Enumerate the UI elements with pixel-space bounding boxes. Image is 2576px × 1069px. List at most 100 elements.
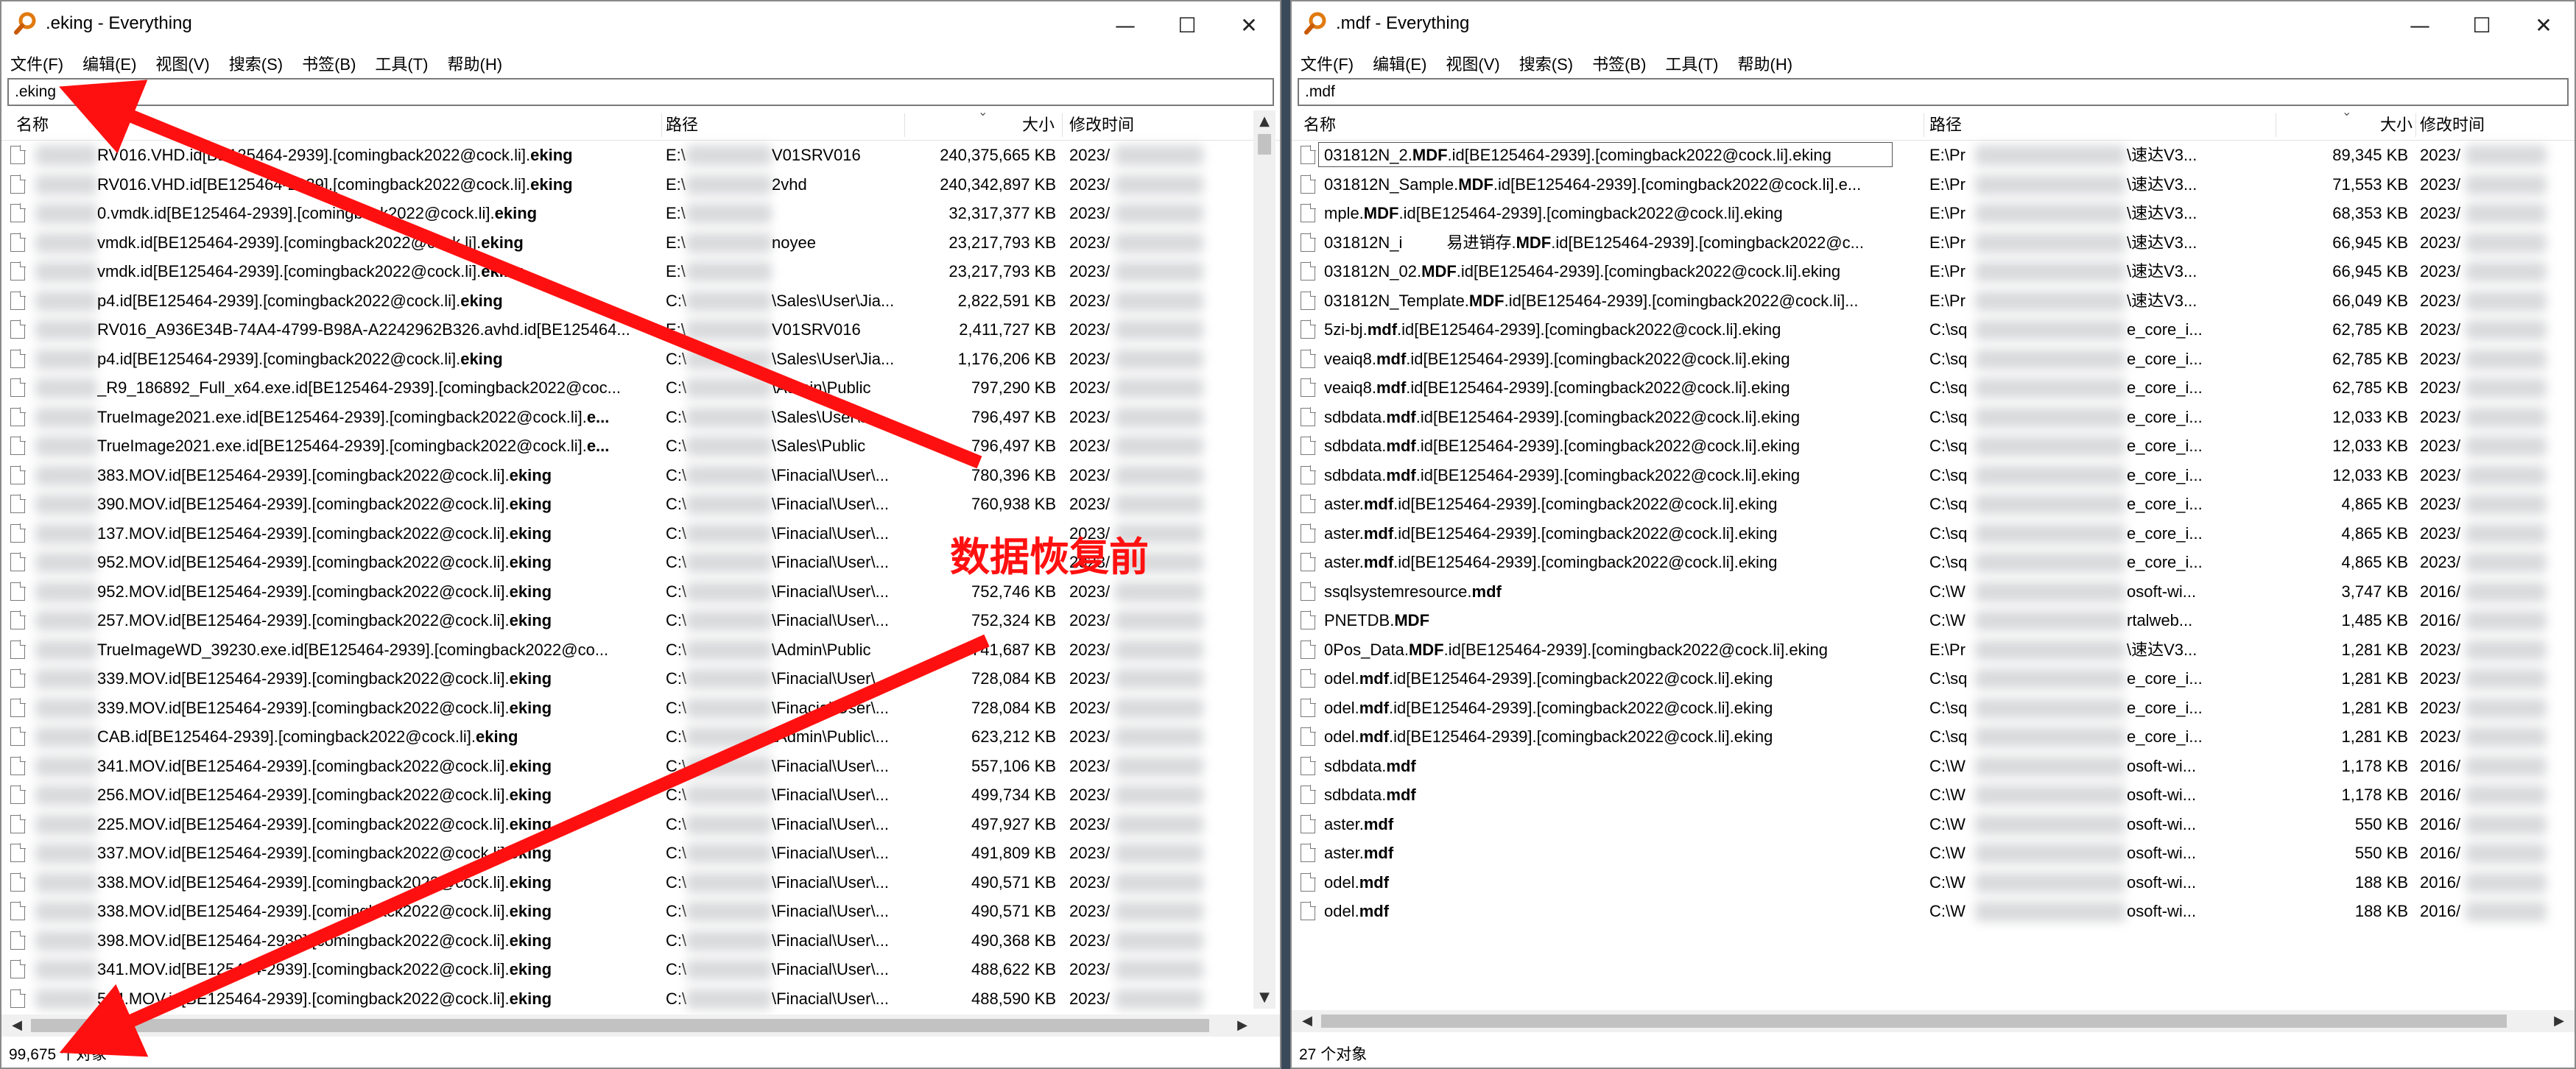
table-row[interactable]: odel.mdf.id[BE125464-2939].[comingback20… [1292, 694, 2575, 723]
vertical-scrollbar[interactable]: ▲ ▼ [1253, 110, 1275, 1009]
table-row[interactable]: TrueImage2021.exe.id[BE125464-2939].[com… [1, 403, 1280, 432]
maximize-icon[interactable]: ☐ [2451, 1, 2513, 49]
table-row[interactable]: PNETDB.MDF C:\W rtalweb... 1,485 KB 2016/ [1292, 606, 2575, 635]
table-row[interactable]: 339.MOV.id[BE125464-2939].[comingback202… [1, 664, 1280, 694]
menu-help[interactable]: 帮助(H) [1738, 52, 1793, 75]
menu-tools[interactable]: 工具(T) [1665, 52, 1718, 75]
horizontal-scrollbar[interactable]: ◀ ▶ [1292, 1010, 2575, 1032]
file-icon [1301, 785, 1316, 804]
table-row[interactable]: 383.MOV.id[BE125464-2939].[comingback202… [1, 461, 1280, 490]
title-bar[interactable]: .eking - Everything — ☐ ✕ [1, 1, 1280, 49]
menu-view[interactable]: 视图(V) [1446, 52, 1499, 75]
table-row[interactable]: mple.MDF.id[BE125464-2939].[comingback20… [1292, 199, 2575, 228]
hscroll-thumb[interactable] [31, 1019, 1209, 1032]
table-row[interactable]: aster.mdf C:\W osoft-wi... 550 KB 2016/ [1292, 839, 2575, 868]
table-row[interactable]: ssqlsystemresource.mdf C:\W osoft-wi... 3,7… [1292, 577, 2575, 607]
menu-bookmarks[interactable]: 书签(B) [1592, 52, 1646, 75]
menu-search[interactable]: 搜索(S) [1519, 52, 1573, 75]
maximize-icon[interactable]: ☐ [1156, 1, 1218, 49]
scroll-left-icon[interactable]: ◀ [6, 1015, 28, 1037]
column-size[interactable]: 大小 [2278, 110, 2413, 140]
table-row[interactable]: veaiq8.mdf.id[BE125464-2939].[comingback… [1292, 373, 2575, 403]
table-row[interactable]: veaiq8.mdf.id[BE125464-2939].[comingback… [1292, 345, 2575, 374]
column-modified[interactable]: 修改时间 [1069, 110, 1134, 140]
table-row[interactable]: CAB.id[BE125464-2939].[comingback2022@co… [1, 722, 1280, 752]
table-row[interactable]: vmdk.id[BE125464-2939].[comingback2022@c… [1, 257, 1280, 286]
scroll-thumb[interactable] [1258, 134, 1271, 155]
table-row[interactable]: RV016_A936E34B-74A4-4799-B98A-A2242962B3… [1, 315, 1280, 345]
table-row[interactable]: 031812N_i 易进销存.MDF.id[BE125464-2939].[com… [1292, 228, 2575, 258]
table-row[interactable]: odel.mdf C:\W osoft-wi... 188 KB 2016/ [1292, 868, 2575, 897]
table-row[interactable]: TrueImage2021.exe.id[BE125464-2939].[com… [1, 431, 1280, 461]
menu-tools[interactable]: 工具(T) [375, 52, 428, 75]
table-row[interactable]: 341.MOV.id[BE125464-2939].[comingback202… [1, 752, 1280, 781]
table-row[interactable]: p4.id[BE125464-2939].[comingback2022@coc… [1, 286, 1280, 316]
table-row[interactable]: 257.MOV.id[BE125464-2939].[comingback202… [1, 606, 1280, 635]
table-row[interactable]: RV016.VHD.id[BE125464-2939].[comingback2… [1, 141, 1280, 170]
hscroll-thumb[interactable] [1321, 1015, 2507, 1028]
column-path[interactable]: 路径 [666, 110, 698, 140]
table-row[interactable]: 338.MOV.id[BE125464-2939].[comingback202… [1, 868, 1280, 897]
menu-view[interactable]: 视图(V) [155, 52, 209, 75]
table-row[interactable]: 0Pos_Data.MDF.id[BE125464-2939].[comingb… [1292, 635, 2575, 665]
table-row[interactable]: 524.MOV.id[BE125464-2939].[comingback202… [1, 984, 1280, 1014]
table-row[interactable]: odel.mdf C:\W osoft-wi... 188 KB 2016/ [1292, 897, 2575, 926]
table-row[interactable]: 5zi-bj.mdf.id[BE125464-2939].[comingback… [1292, 315, 2575, 345]
table-row[interactable]: aster.mdf.id[BE125464-2939].[comingback2… [1292, 548, 2575, 577]
table-row[interactable]: RV016.VHD.id[BE125464-2939].[comingback2… [1, 170, 1280, 200]
table-row[interactable]: 398.MOV.id[BE125464-2939].[comingback202… [1, 926, 1280, 956]
table-row[interactable]: aster.mdf.id[BE125464-2939].[comingback2… [1292, 490, 2575, 519]
scroll-down-icon[interactable]: ▼ [1253, 987, 1275, 1009]
minimize-icon[interactable]: — [1094, 1, 1156, 49]
search-input[interactable] [1298, 78, 2569, 106]
table-row[interactable]: 390.MOV.id[BE125464-2939].[comingback202… [1, 490, 1280, 519]
column-path[interactable]: 路径 [1929, 110, 1962, 140]
menu-search[interactable]: 搜索(S) [229, 52, 283, 75]
search-input[interactable] [7, 78, 1274, 106]
column-name[interactable]: 名称 [16, 110, 49, 140]
table-row[interactable]: aster.mdf.id[BE125464-2939].[comingback2… [1292, 519, 2575, 548]
close-icon[interactable]: ✕ [2513, 1, 2575, 49]
table-row[interactable]: aster.mdf C:\W osoft-wi... 550 KB 2016/ [1292, 810, 2575, 839]
menu-bookmarks[interactable]: 书签(B) [302, 52, 356, 75]
table-row[interactable]: sdbdata.mdf.id[BE125464-2939].[comingbac… [1292, 461, 2575, 490]
menu-file[interactable]: 文件(F) [10, 52, 63, 75]
menu-edit[interactable]: 编辑(E) [1373, 52, 1426, 75]
minimize-icon[interactable]: — [2389, 1, 2451, 49]
table-row[interactable]: sdbdata.mdf C:\W osoft-wi... 1,178 KB 2016/ [1292, 780, 2575, 810]
scroll-right-icon[interactable]: ▶ [1231, 1015, 1253, 1037]
table-row[interactable]: 0.vmdk.id[BE125464-2939].[comingback2022… [1, 199, 1280, 228]
table-row[interactable]: 031812N_2.MDF.id[BE125464-2939].[comingb… [1292, 141, 2575, 170]
table-row[interactable]: sdbdata.mdf.id[BE125464-2939].[comingbac… [1292, 431, 2575, 461]
table-row[interactable]: 031812N_Sample.MDF.id[BE125464-2939].[co… [1292, 170, 2575, 200]
table-row[interactable]: TrueImageWD_39230.exe.id[BE125464-2939].… [1, 635, 1280, 665]
scroll-left-icon[interactable]: ◀ [1296, 1010, 1318, 1032]
table-row[interactable]: _R9_186892_Full_x64.exe.id[BE125464-2939… [1, 373, 1280, 403]
table-row[interactable]: 337.MOV.id[BE125464-2939].[comingback202… [1, 839, 1280, 868]
table-row[interactable]: odel.mdf.id[BE125464-2939].[comingback20… [1292, 664, 2575, 694]
column-modified[interactable]: 修改时间 [2420, 110, 2485, 140]
table-row[interactable]: sdbdata.mdf C:\W osoft-wi... 1,178 KB 2016/ [1292, 752, 2575, 781]
table-row[interactable]: sdbdata.mdf.id[BE125464-2939].[comingbac… [1292, 403, 2575, 432]
menu-file[interactable]: 文件(F) [1301, 52, 1354, 75]
close-icon[interactable]: ✕ [1218, 1, 1280, 49]
menu-edit[interactable]: 编辑(E) [82, 52, 136, 75]
menu-help[interactable]: 帮助(H) [448, 52, 503, 75]
table-row[interactable]: vmdk.id[BE125464-2939].[comingback2022@c… [1, 228, 1280, 258]
column-size[interactable]: 大小 [909, 110, 1055, 140]
table-row[interactable]: 339.MOV.id[BE125464-2939].[comingback202… [1, 694, 1280, 723]
table-row[interactable]: odel.mdf.id[BE125464-2939].[comingback20… [1292, 722, 2575, 752]
horizontal-scrollbar[interactable]: ◀ ▶ [1, 1015, 1280, 1037]
table-row[interactable]: 031812N_Template.MDF.id[BE125464-2939].[… [1292, 286, 2575, 316]
table-row[interactable]: 338.MOV.id[BE125464-2939].[comingback202… [1, 897, 1280, 926]
table-row[interactable]: 225.MOV.id[BE125464-2939].[comingback202… [1, 810, 1280, 839]
title-bar[interactable]: .mdf - Everything — ☐ ✕ [1292, 1, 2575, 49]
table-row[interactable]: 031812N_02.MDF.id[BE125464-2939].[coming… [1292, 257, 2575, 286]
column-name[interactable]: 名称 [1303, 110, 1336, 140]
table-row[interactable]: 341.MOV.id[BE125464-2939].[comingback202… [1, 955, 1280, 984]
scroll-up-icon[interactable]: ▲ [1253, 110, 1275, 133]
redacted-blur [2466, 843, 2547, 864]
table-row[interactable]: 256.MOV.id[BE125464-2939].[comingback202… [1, 780, 1280, 810]
table-row[interactable]: p4.id[BE125464-2939].[comingback2022@coc… [1, 345, 1280, 374]
scroll-right-icon[interactable]: ▶ [2548, 1010, 2570, 1032]
